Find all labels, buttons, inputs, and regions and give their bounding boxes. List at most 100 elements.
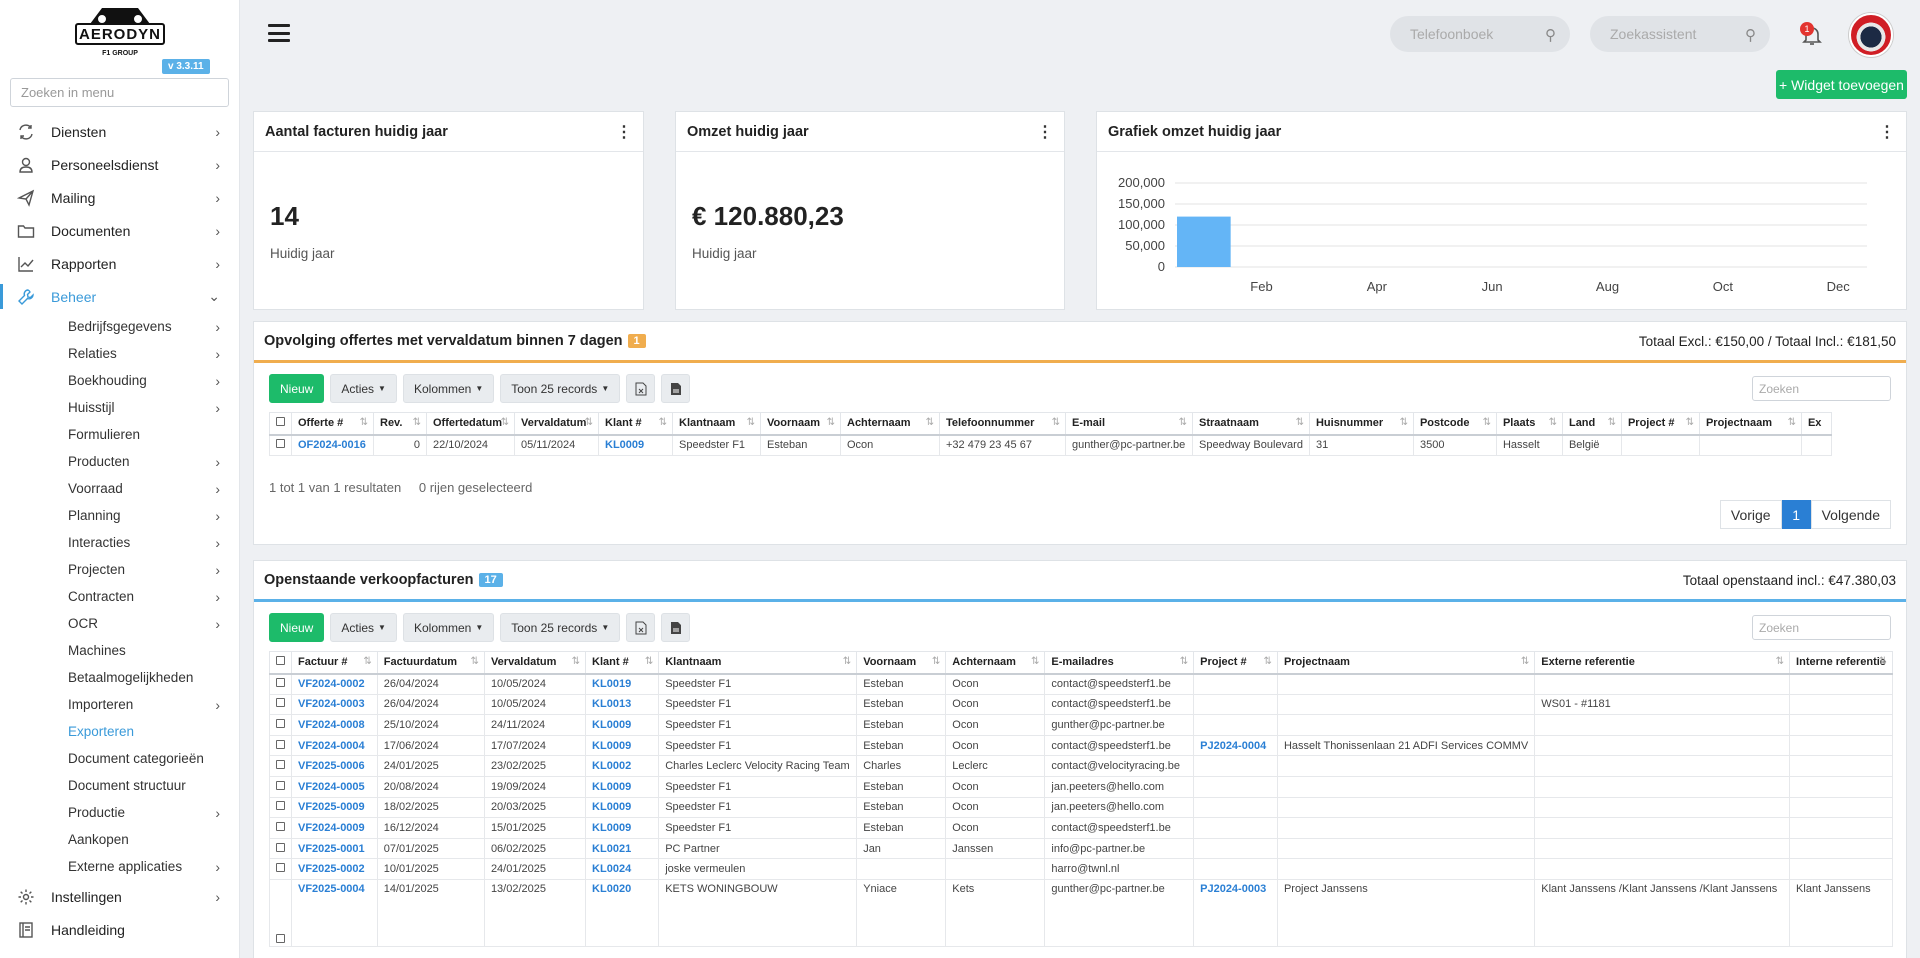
table-cell[interactable]: OF2024-0016	[291, 434, 374, 456]
sort-icon[interactable]: ⇅	[1686, 417, 1694, 428]
table-cell[interactable]: KL0024	[585, 858, 660, 880]
sort-icon[interactable]: ⇅	[413, 417, 421, 428]
row-checkbox[interactable]	[269, 714, 292, 736]
sidebar-item-beheer[interactable]: Beheer ⌄	[0, 280, 240, 313]
sidebar-item-mailing[interactable]: Mailing ›	[0, 181, 240, 214]
page-size-dropdown[interactable]: Toon 25 records ▼	[500, 613, 621, 642]
sort-icon[interactable]: ⇅	[1031, 656, 1039, 667]
row-checkbox[interactable]	[269, 673, 292, 695]
sort-icon[interactable]: ⇅	[1052, 417, 1060, 428]
actions-dropdown[interactable]: Acties ▼	[330, 374, 397, 403]
table-cell[interactable]: KL0021	[585, 837, 660, 860]
sidebar-subitem-aankopen[interactable]: Aankopen	[0, 826, 240, 853]
column-header[interactable]: Klantnaam ⇅	[672, 412, 761, 436]
sidebar-subitem-importeren[interactable]: Importeren ›	[0, 691, 240, 718]
column-header[interactable]: Klantnaam ⇅	[658, 651, 858, 675]
sidebar-subitem-formulieren[interactable]: Formulieren	[0, 421, 240, 448]
sidebar-subitem-boekhouding[interactable]: Boekhouding ›	[0, 367, 240, 394]
column-header[interactable]: Plaats ⇅	[1495, 412, 1563, 436]
export-excel-icon[interactable]	[626, 374, 656, 403]
table-cell[interactable]	[1193, 693, 1278, 716]
sort-icon[interactable]: ⇅	[1296, 417, 1304, 428]
sort-icon[interactable]: ⇅	[1521, 656, 1529, 667]
sidebar-item-personeelsdienst[interactable]: Personeelsdienst ›	[0, 148, 240, 181]
column-header[interactable]: Klant # ⇅	[585, 651, 660, 675]
column-header[interactable]: Project # ⇅	[1620, 412, 1700, 436]
kebab-menu-icon[interactable]: ⋮	[1879, 122, 1895, 142]
column-header[interactable]: Project # ⇅	[1193, 651, 1278, 675]
sidebar-subitem-exporteren[interactable]: Exporteren	[0, 718, 240, 745]
column-header[interactable]: Telefoonnummer ⇅	[939, 412, 1066, 436]
sort-icon[interactable]: ⇅	[932, 656, 940, 667]
sidebar-subitem-document-structuur[interactable]: Document structuur	[0, 772, 240, 799]
sort-icon[interactable]: ⇅	[1549, 417, 1557, 428]
table-cell[interactable]: KL0009	[585, 796, 660, 819]
table-row[interactable]: VF2025-0006 24/01/2025 23/02/2025 KL0002 Cha…	[269, 755, 1893, 777]
sidebar-item-handleiding[interactable]: Handleiding	[0, 913, 240, 946]
column-header[interactable]: Land ⇅	[1561, 412, 1622, 436]
column-header[interactable]: Huisnummer ⇅	[1308, 412, 1414, 436]
column-header[interactable]: Vervaldatum ⇅	[514, 412, 599, 436]
sort-icon[interactable]: ⇅	[645, 656, 653, 667]
row-checkbox[interactable]	[269, 693, 292, 716]
row-checkbox[interactable]	[269, 837, 292, 860]
select-all-checkbox[interactable]	[269, 412, 292, 436]
column-header[interactable]: Voornaam ⇅	[760, 412, 841, 436]
table-cell[interactable]: VF2025-0001	[291, 837, 378, 860]
column-header[interactable]: Projectnaam ⇅	[1276, 651, 1536, 675]
column-header[interactable]: E-mailadres ⇅	[1044, 651, 1195, 675]
columns-dropdown[interactable]: Kolommen ▼	[402, 374, 495, 403]
sidebar-item-diensten[interactable]: Diensten ›	[0, 115, 240, 148]
table-cell[interactable]: KL0020	[585, 878, 660, 947]
table-cell[interactable]: VF2024-0009	[291, 817, 378, 839]
sort-icon[interactable]: ⇅	[1483, 417, 1491, 428]
columns-dropdown[interactable]: Kolommen ▼	[402, 613, 495, 642]
sort-icon[interactable]: ⇅	[1180, 656, 1188, 667]
table-cell[interactable]	[1193, 837, 1278, 860]
row-checkbox[interactable]	[269, 775, 292, 798]
table-cell[interactable]: VF2024-0002	[291, 673, 378, 695]
menu-search-input[interactable]: Zoeken in menu	[10, 78, 229, 107]
table-row[interactable]: VF2025-0009 18/02/2025 20/03/2025 KL0009 Spe…	[269, 796, 1893, 819]
table-row[interactable]: VF2024-0004 17/06/2024 17/07/2024 KL0009 Spe…	[269, 734, 1893, 757]
table-cell[interactable]: KL0009	[585, 714, 660, 736]
row-checkbox[interactable]	[269, 755, 292, 777]
sidebar-subitem-productie[interactable]: Productie ›	[0, 799, 240, 826]
sort-icon[interactable]: ⇅	[926, 417, 934, 428]
column-header[interactable]: Rev. ⇅	[373, 412, 427, 436]
column-header[interactable]: Interne referentie ⇅	[1789, 651, 1893, 675]
table-cell[interactable]	[1193, 858, 1278, 880]
row-checkbox[interactable]	[269, 796, 292, 819]
sort-icon[interactable]: ⇅	[360, 417, 368, 428]
table-cell[interactable]: VF2024-0003	[291, 693, 378, 716]
row-checkbox[interactable]	[269, 817, 292, 839]
column-header[interactable]: Straatnaam ⇅	[1192, 412, 1310, 436]
sort-icon[interactable]: ⇅	[585, 417, 593, 428]
column-header[interactable]: Factuurdatum ⇅	[376, 651, 485, 675]
sidebar-subitem-ocr[interactable]: OCR ›	[0, 610, 240, 637]
table-row[interactable]: VF2025-0001 07/01/2025 06/02/2025 KL0021 PC …	[269, 837, 1893, 860]
column-header[interactable]: Offerte # ⇅	[291, 412, 374, 436]
column-header[interactable]: Klant # ⇅	[598, 412, 673, 436]
sidebar-item-instellingen[interactable]: Instellingen ›	[0, 880, 240, 913]
table-row[interactable]: OF2024-0016 0 22/10/2024 05/11/2024 KL0009 Sp…	[269, 434, 1832, 456]
kebab-menu-icon[interactable]: ⋮	[1037, 122, 1053, 142]
sidebar-subitem-machines[interactable]: Machines	[0, 637, 240, 664]
sort-icon[interactable]: ⇅	[501, 417, 509, 428]
table-cell[interactable]: KL0009	[585, 734, 660, 757]
column-header[interactable]: Externe referentie ⇅	[1534, 651, 1791, 675]
sort-icon[interactable]: ⇅	[471, 656, 479, 667]
table-cell[interactable]: VF2025-0006	[291, 755, 378, 777]
column-header[interactable]: Factuur # ⇅	[291, 651, 378, 675]
table-cell[interactable]: VF2025-0009	[291, 796, 378, 819]
table-row[interactable]: VF2024-0002 26/04/2024 10/05/2024 KL0019 Spe…	[269, 673, 1893, 695]
sidebar-subitem-relaties[interactable]: Relaties ›	[0, 340, 240, 367]
table-cell[interactable]	[1193, 796, 1278, 819]
sort-icon[interactable]: ⇅	[843, 656, 851, 667]
table-cell[interactable]: VF2025-0004	[291, 878, 378, 947]
column-header[interactable]: Vervaldatum ⇅	[483, 651, 587, 675]
new-offer-button[interactable]: Nieuw	[269, 374, 325, 403]
sort-icon[interactable]: ⇅	[1179, 417, 1187, 428]
sidebar-subitem-producten[interactable]: Producten ›	[0, 448, 240, 475]
sidebar-subitem-contracten[interactable]: Contracten ›	[0, 583, 240, 610]
